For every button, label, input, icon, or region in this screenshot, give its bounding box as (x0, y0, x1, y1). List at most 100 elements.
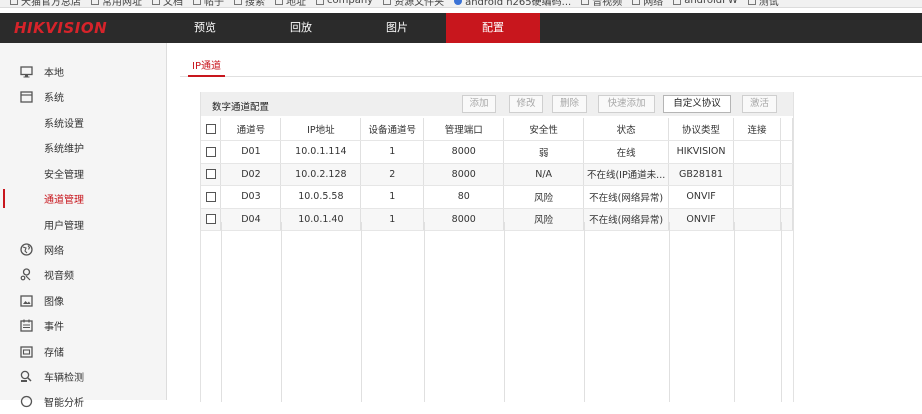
sidebar-item-label: 系统维护 (44, 144, 84, 155)
row-checkbox[interactable] (205, 191, 216, 202)
table-cell: 风险 (503, 208, 585, 231)
table-cell: 10.0.5.58 (280, 185, 362, 209)
bookmark-item[interactable]: 常用网址 (91, 0, 142, 8)
sidebar-item-system-settings[interactable]: 系统设置 (0, 110, 167, 135)
table-cell: 1 (360, 185, 425, 209)
sidebar-item-system-maintenance[interactable]: 系统维护 (0, 135, 167, 160)
table-row[interactable]: D03 10.0.5.58 1 80 风险 不在线(网络异常) ONVIF (201, 185, 794, 209)
column-header: 管理端口 (423, 118, 505, 141)
bookmark-label: 常用网址 (102, 0, 142, 8)
column-header: 设备通道号 (360, 118, 425, 141)
grid-line (669, 222, 670, 402)
row-checkbox[interactable] (205, 169, 216, 180)
sidebar-item-label: 通道管理 (44, 195, 84, 206)
table-row[interactable]: D01 10.0.1.114 1 8000 弱 在线 HIKVISION (201, 140, 794, 164)
sidebar-item-label: 用户管理 (44, 221, 84, 232)
bookmark-folder-icon (316, 0, 324, 5)
sidebar-item-smart-analysis[interactable]: 智能分析 (0, 389, 167, 414)
row-checkbox[interactable] (205, 146, 216, 157)
sidebar-item-storage[interactable]: 存储 (0, 339, 167, 364)
bookmarks-bar: 天猫官方总店 常用网址 文档 帖子 搜索 地址 company 资源文件夹 android h2… (0, 0, 922, 8)
audio-video-icon (20, 268, 33, 281)
sidebar-item-event[interactable]: 事件 (0, 313, 167, 338)
image-icon (20, 294, 33, 307)
bookmark-item[interactable]: 天猫官方总店 (10, 0, 81, 8)
grid-line (734, 222, 735, 402)
nav-tab-playback[interactable]: 回放 (254, 13, 348, 43)
table-cell: D04 (220, 208, 282, 231)
bookmark-item[interactable]: androidFW (673, 0, 738, 6)
bookmark-item[interactable]: 资源文件夹 (383, 0, 444, 7)
table-row[interactable]: D02 10.0.2.128 2 8000 N/A 不在线(IP通道未... G… (201, 163, 794, 186)
sidebar-item-label: 安全管理 (44, 170, 84, 181)
table-cell: 2 (360, 163, 425, 186)
custom-protocol-button[interactable]: 自定义协议 (663, 95, 731, 113)
table-cell: 10.0.2.128 (280, 163, 362, 186)
sidebar-item-image[interactable]: 图像 (0, 288, 167, 313)
activate-button[interactable]: 激活 (742, 95, 777, 113)
table-cell: D03 (220, 185, 282, 209)
sidebar-item-label: 网络 (44, 246, 64, 257)
spacer-cell (780, 118, 794, 141)
sidebar-item-security[interactable]: 安全管理 (0, 161, 167, 186)
bookmark-label: 天猫官方总店 (21, 0, 81, 8)
bookmark-folder-icon (10, 0, 18, 5)
table-cell (733, 208, 781, 231)
nav-tab-preview[interactable]: 预览 (158, 13, 252, 43)
bookmark-folder-icon (673, 0, 682, 5)
bookmark-item[interactable]: android h265硬编码... (454, 0, 572, 8)
delete-button[interactable]: 删除 (552, 95, 587, 113)
sidebar-item-label: 视音频 (44, 271, 74, 282)
sidebar-item-label: 事件 (44, 322, 64, 333)
bookmark-label: 音视频 (592, 0, 623, 8)
table-row[interactable]: D04 10.0.1.40 1 8000 风险 不在线(网络异常) ONVIF (201, 208, 794, 231)
bookmark-item[interactable]: 音视频 (581, 0, 623, 8)
sidebar-item-label: 系统设置 (44, 119, 84, 130)
sidebar: 本地 系统 系统设置 系统维护 安全管理 通道管理 用户管理 网络 视音频 图像 (0, 43, 167, 409)
bookmark-item[interactable]: 帖子 (193, 0, 224, 8)
bookmark-item[interactable]: 网络 (632, 0, 663, 7)
sidebar-item-local[interactable]: 本地 (0, 59, 167, 84)
bookmark-folder-icon (193, 0, 201, 5)
table-cell (733, 140, 781, 164)
row-checkbox[interactable] (205, 214, 216, 225)
grid-line (361, 222, 362, 402)
column-header: 安全性 (503, 118, 585, 141)
bookmark-item[interactable]: 地址 (275, 0, 306, 8)
panel-title: 数字通道配置 (212, 102, 270, 113)
bookmark-item[interactable]: 测试 (747, 0, 779, 7)
sidebar-item-system[interactable]: 系统 (0, 84, 167, 109)
table-cell: 10.0.1.114 (280, 140, 362, 164)
sidebar-item-channel-management[interactable]: 通道管理 (0, 186, 167, 211)
sidebar-item-vehicle-detection[interactable]: 车辆检测 (0, 364, 167, 389)
modify-button[interactable]: 修改 (509, 95, 543, 113)
system-icon (20, 90, 33, 103)
table-cell: 8000 (423, 208, 505, 231)
table-cell: 不在线(IP通道未... (583, 163, 670, 186)
select-all-checkbox[interactable] (205, 124, 216, 134)
tab-ip-channel[interactable]: IP通道 (188, 57, 225, 77)
nav-tab-configuration[interactable]: 配置 (446, 13, 540, 43)
sidebar-item-network[interactable]: 网络 (0, 237, 167, 262)
table-cell: HIKVISION (668, 140, 735, 164)
bookmark-folder-icon (152, 0, 160, 5)
sidebar-item-audio-video[interactable]: 视音频 (0, 262, 167, 287)
bookmark-item[interactable]: company (316, 0, 373, 6)
bookmark-label: 搜索 (245, 0, 265, 8)
nav-tab-picture[interactable]: 图片 (350, 13, 444, 43)
column-header: 协议类型 (668, 118, 735, 141)
table-cell (733, 185, 781, 209)
bookmark-label: 地址 (286, 0, 306, 8)
bookmark-item[interactable]: 文档 (152, 0, 183, 7)
main-content: IP通道 数字通道配置 添加 修改 删除 快速添加 自定义协议 激活 通道号 I… (168, 43, 922, 402)
quick-add-button[interactable]: 快速添加 (598, 95, 655, 113)
smart-analysis-icon (20, 395, 33, 408)
bookmark-label: android h265硬编码... (465, 0, 572, 8)
add-button[interactable]: 添加 (462, 95, 496, 113)
sidebar-item-user-management[interactable]: 用户管理 (0, 212, 167, 237)
bookmark-item[interactable]: 搜索 (234, 0, 265, 8)
bookmark-label: 帖子 (204, 0, 224, 8)
grid-line (221, 222, 222, 402)
monitor-icon (20, 65, 33, 78)
subtab-bar: IP通道 (180, 53, 922, 77)
